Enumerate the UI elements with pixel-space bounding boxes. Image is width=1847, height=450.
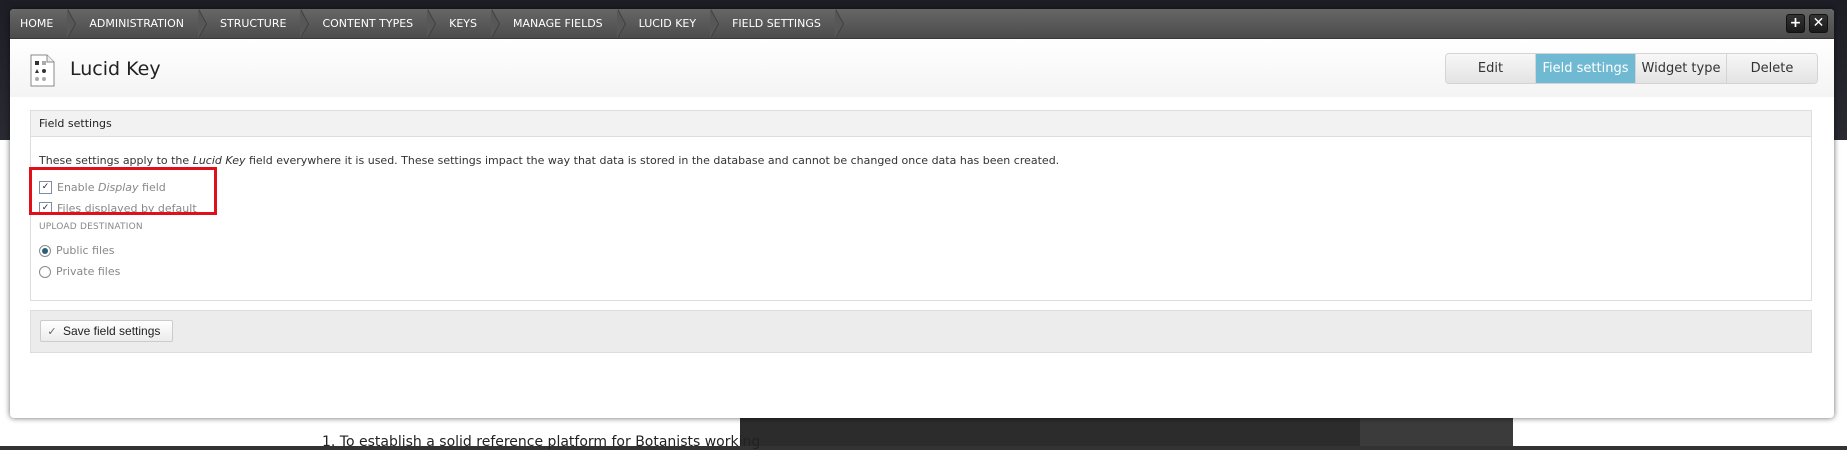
add-shortcut-button[interactable]: + <box>1786 14 1805 33</box>
tab-field-settings[interactable]: Field settings <box>1536 54 1636 83</box>
form-actions: ✓ Save field settings <box>30 310 1812 353</box>
page-title: Lucid Key <box>70 58 161 80</box>
overlay-dialog: Home Administration Structure Content ty… <box>10 9 1834 418</box>
private-files-label: Private files <box>56 265 121 278</box>
save-button-label: Save field settings <box>63 324 161 338</box>
description-field-name: Lucid Key <box>192 154 246 167</box>
description-pre: These settings apply to the <box>39 154 193 167</box>
private-files-option[interactable]: Private files <box>39 265 120 278</box>
overlay-toolbar: Home Administration Structure Content ty… <box>10 9 1834 39</box>
field-settings-description: These settings apply to the Lucid Key fi… <box>39 154 1059 167</box>
check-icon: ✓ <box>47 325 57 338</box>
upload-destination-label: Upload destination <box>39 222 143 232</box>
close-overlay-button[interactable]: ✕ <box>1809 14 1828 33</box>
tab-widget-type[interactable]: Widget type <box>1636 54 1727 83</box>
local-tabs: Edit Field settings Widget type Delete <box>1445 53 1818 84</box>
fieldset-legend: Field settings <box>31 111 1811 137</box>
tab-delete[interactable]: Delete <box>1727 54 1817 83</box>
breadcrumb-content-types[interactable]: Content types <box>300 9 436 38</box>
lucid-key-document-icon <box>30 54 55 87</box>
field-settings-fieldset: Field settings These settings apply to t… <box>30 110 1812 301</box>
tab-edit[interactable]: Edit <box>1446 54 1536 83</box>
public-files-radio[interactable] <box>39 244 51 257</box>
public-files-option[interactable]: Public files <box>39 244 115 257</box>
breadcrumb: Home Administration Structure Content ty… <box>10 9 1834 38</box>
description-post: field everywhere it is used. These setti… <box>245 154 1060 167</box>
save-field-settings-button[interactable]: ✓ Save field settings <box>40 320 174 342</box>
breadcrumb-lucid-key[interactable]: Lucid Key <box>617 9 720 38</box>
breadcrumb-home[interactable]: Home <box>10 9 77 38</box>
breadcrumb-keys[interactable]: Keys <box>427 9 500 38</box>
page-header: Lucid Key Edit Field settings Widget typ… <box>10 39 1834 97</box>
highlight-box <box>29 167 217 215</box>
private-files-radio[interactable] <box>39 265 51 278</box>
breadcrumb-field-settings[interactable]: Field settings <box>710 9 844 38</box>
breadcrumb-manage-fields[interactable]: Manage fields <box>491 9 626 38</box>
breadcrumb-structure[interactable]: Structure <box>198 9 310 38</box>
public-files-label: Public files <box>56 244 115 257</box>
breadcrumb-administration[interactable]: Administration <box>67 9 207 38</box>
background-text: 1. To establish a solid reference platfo… <box>322 434 761 450</box>
